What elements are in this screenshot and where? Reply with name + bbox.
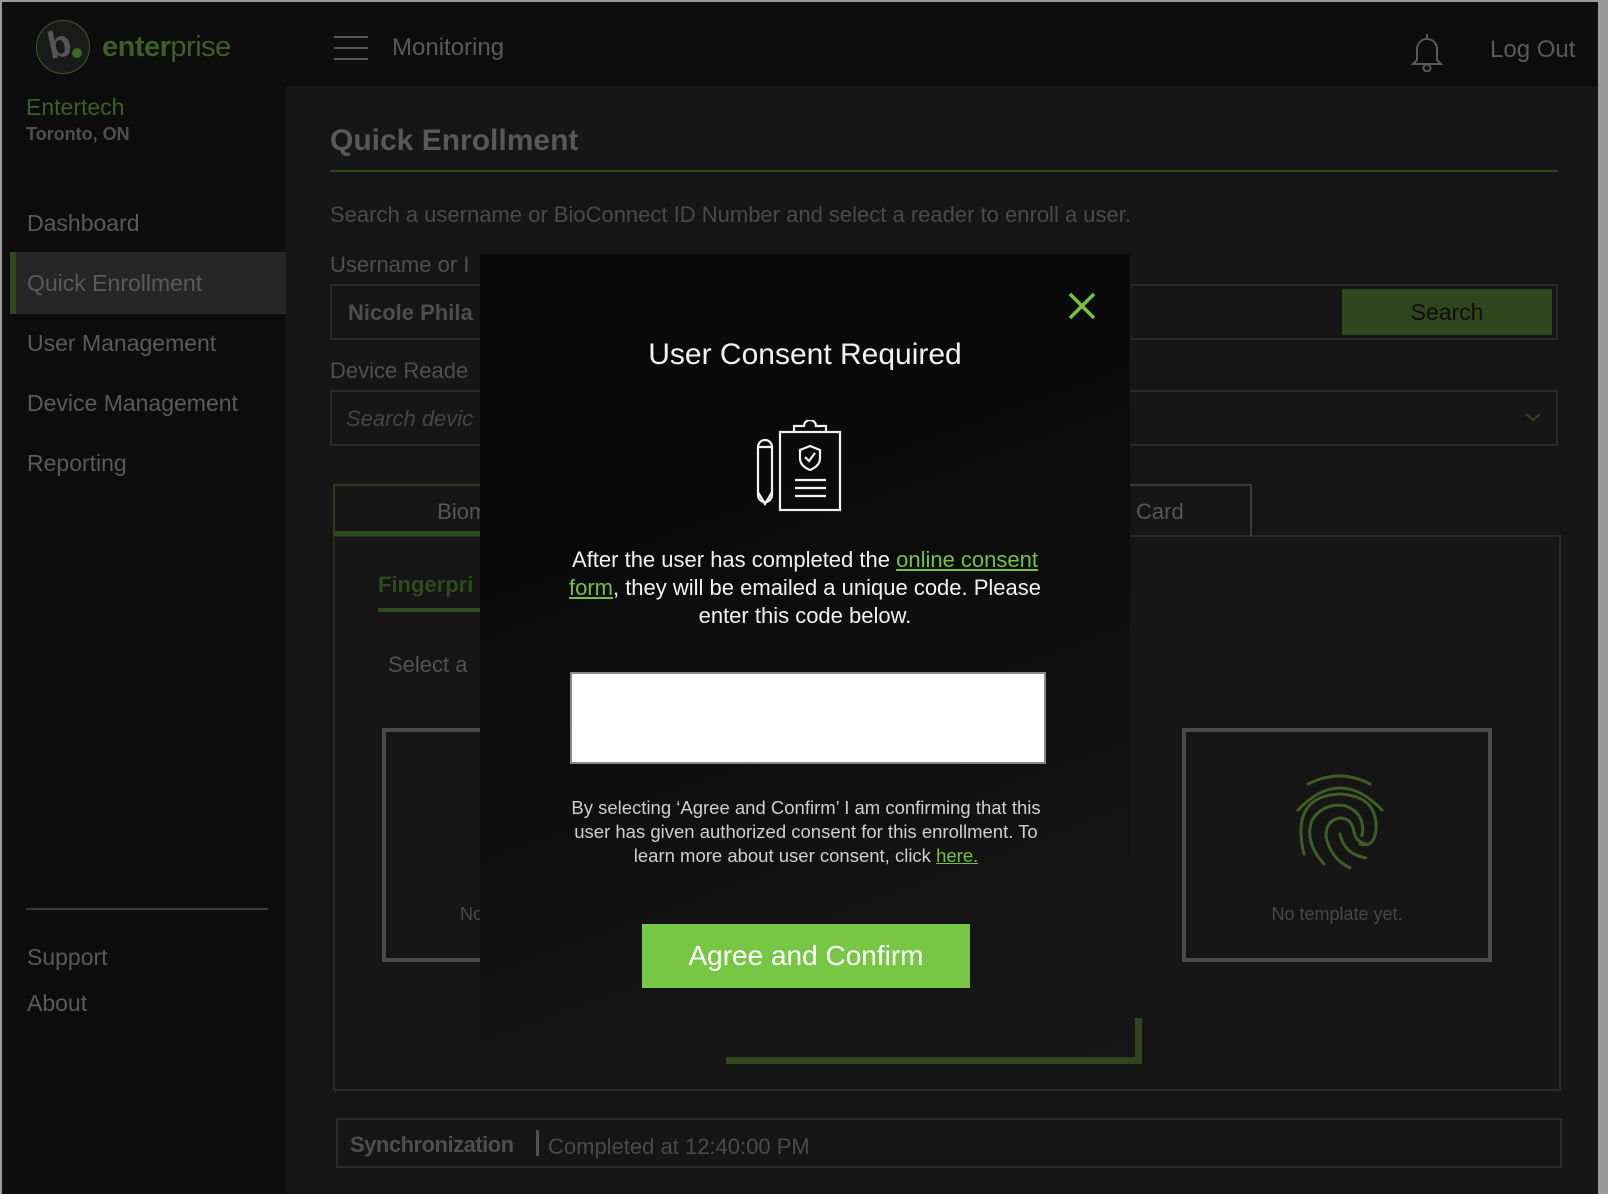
bell-icon[interactable] xyxy=(1410,30,1444,77)
page-title: Quick Enrollment xyxy=(330,124,579,157)
modal-instructions: After the user has completed the online … xyxy=(568,547,1042,628)
consent-fine-print: By selecting ‘Agree and Confirm’ I am co… xyxy=(571,797,1041,866)
sync-separator xyxy=(536,1130,539,1156)
sync-status-bar: Synchronization Completed at 12:40:00 PM xyxy=(336,1118,1562,1168)
org-name: Entertech xyxy=(26,94,125,120)
sidebar-item-user-management[interactable]: User Management xyxy=(10,312,286,374)
consent-modal: User Consent Required After the user has… xyxy=(480,254,1130,1056)
template-slot-right[interactable]: No template yet. xyxy=(1182,728,1492,962)
logo[interactable]: b enterprise xyxy=(36,20,231,74)
logo-text: enterprise xyxy=(102,30,231,63)
sidebar-item-quick-enrollment[interactable]: Quick Enrollment xyxy=(10,252,286,314)
clipboard-consent-icon xyxy=(756,418,842,517)
sidebar-item-support[interactable]: Support xyxy=(27,944,108,971)
learn-more-link[interactable]: here. xyxy=(936,845,978,866)
close-icon[interactable] xyxy=(1066,290,1098,327)
sidebar: Entertech Toronto, ON Dashboard Quick En… xyxy=(2,86,286,1194)
fingerprint-icon xyxy=(1294,772,1386,877)
logout-button[interactable]: Log Out xyxy=(1490,36,1575,64)
sync-label: Synchronization xyxy=(350,1132,514,1157)
sidebar-item-device-management[interactable]: Device Management xyxy=(10,372,286,434)
device-reader-label: Device Reade xyxy=(330,358,469,383)
page-subtitle: Search a username or BioConnect ID Numbe… xyxy=(330,202,1131,227)
sidebar-item-about[interactable]: About xyxy=(27,990,87,1017)
select-prompt: Select a xyxy=(388,652,468,677)
app-window: b enterprise Monitoring Log Out Entertec… xyxy=(2,2,1598,1194)
search-button[interactable]: Search xyxy=(1342,289,1552,335)
top-bar: b enterprise Monitoring Log Out xyxy=(2,2,1598,86)
sidebar-item-dashboard[interactable]: Dashboard xyxy=(10,192,286,254)
chevron-down-icon xyxy=(1524,410,1542,428)
username-label: Username or I xyxy=(330,252,470,277)
logo-mark-icon: b xyxy=(36,20,90,74)
title-divider xyxy=(330,170,1558,172)
modal-title: User Consent Required xyxy=(648,338,962,371)
hamburger-menu-icon[interactable] xyxy=(334,36,368,60)
agree-and-confirm-button[interactable]: Agree and Confirm xyxy=(642,924,970,988)
template-status: No template yet. xyxy=(1271,904,1403,924)
username-value: Nicole Phila xyxy=(348,300,473,325)
sidebar-item-reporting[interactable]: Reporting xyxy=(10,432,286,494)
sidebar-divider xyxy=(26,908,268,910)
monitoring-link[interactable]: Monitoring xyxy=(392,34,504,62)
sync-value: Completed at 12:40:00 PM xyxy=(548,1134,810,1159)
device-reader-placeholder: Search devic xyxy=(346,406,474,431)
consent-code-input[interactable] xyxy=(570,672,1046,764)
org-location: Toronto, ON xyxy=(26,124,130,144)
